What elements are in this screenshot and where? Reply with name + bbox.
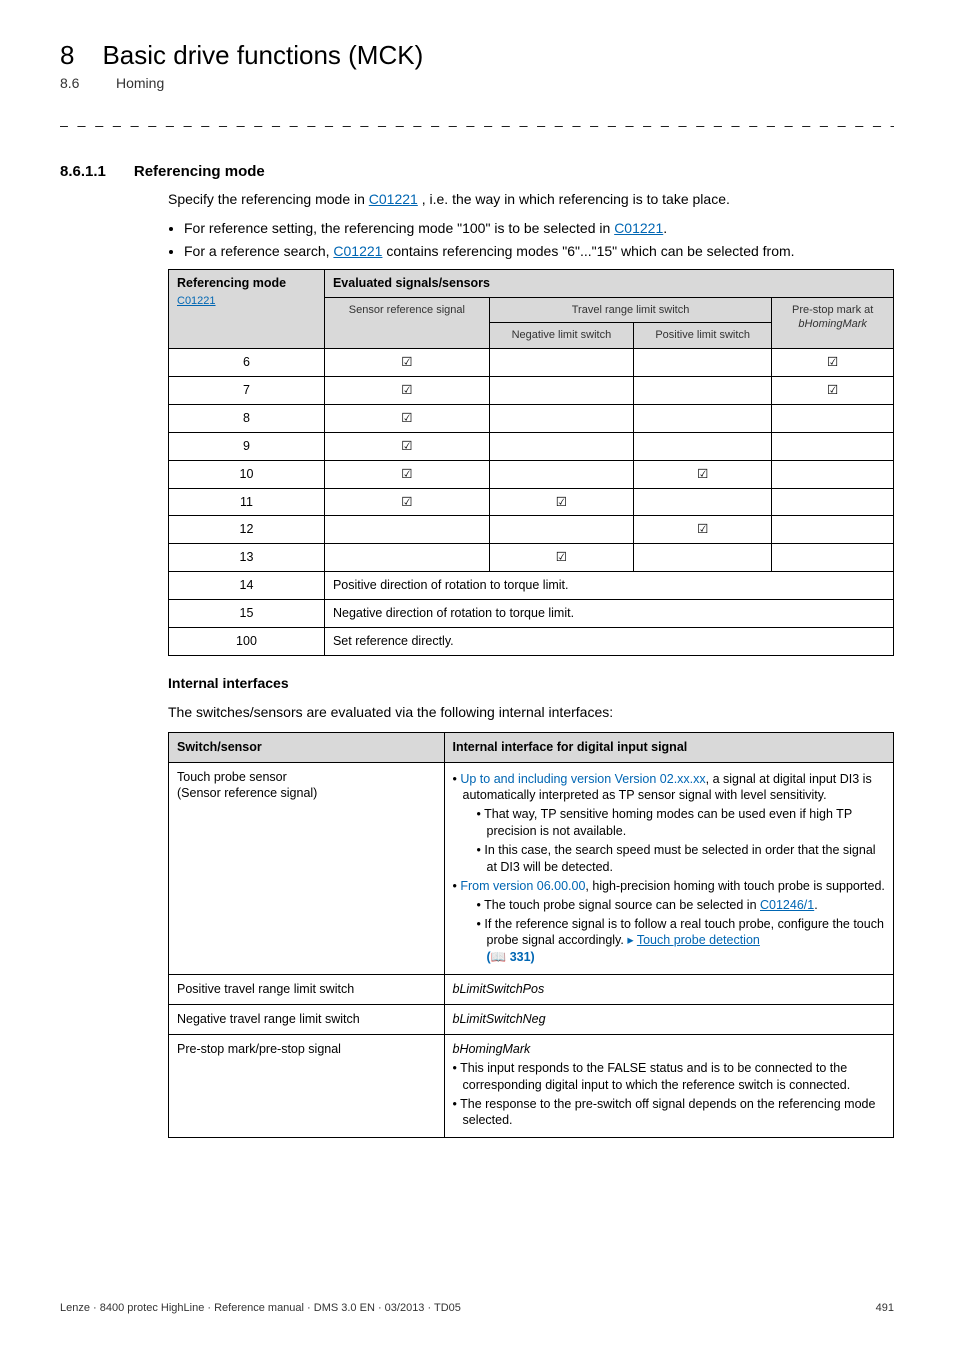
intro-bullet-1: For reference setting, the referencing m… [184,219,894,238]
th-pre: Pre-stop mark at bHomingMark [772,297,894,349]
table-row: Negative travel range limit switch bLimi… [169,1005,894,1035]
link-c01246[interactable]: C01246/1 [760,898,814,912]
table-row: 12☑ [169,516,894,544]
link-c01221-b2[interactable]: C01221 [333,243,382,259]
table-row: Positive travel range limit switch bLimi… [169,975,894,1005]
table-row: 14Positive direction of rotation to torq… [169,572,894,600]
internal-interfaces-table: Switch/sensor Internal interface for dig… [168,732,894,1139]
subsection-number: 8.6.1.1 [60,163,106,180]
footer-page-number: 491 [876,1302,894,1314]
chapter-title: Basic drive functions (MCK) [102,40,423,71]
table-row: 7☑☑ [169,377,894,405]
table-row: 8☑ [169,404,894,432]
th-pos: Positive limit switch [634,323,772,349]
th-eval: Evaluated signals/sensors [324,269,893,297]
intro-paragraph: Specify the referencing mode in C01221 ,… [168,190,894,209]
table-row: 15Negative direction of rotation to torq… [169,600,894,628]
table-row: 6☑☑ [169,349,894,377]
table-row: 13☑ [169,544,894,572]
referencing-mode-table: Referencing mode C01221 Evaluated signal… [168,269,894,656]
triangle-icon: ▸ [627,933,633,947]
th-neg: Negative limit switch [489,323,633,349]
divider: _ _ _ _ _ _ _ _ _ _ _ _ _ _ _ _ _ _ _ _ … [60,111,894,127]
th-mode-link[interactable]: C01221 [177,295,216,307]
internal-paragraph: The switches/sensors are evaluated via t… [168,703,894,722]
table-row: 11☑☑ [169,488,894,516]
th-interface: Internal interface for digital input sig… [444,732,894,762]
th-sensor: Sensor reference signal [324,297,489,349]
table-row: 100Set reference directly. [169,627,894,655]
section-title: Homing [116,75,164,91]
table-row: 10☑☑ [169,460,894,488]
th-switch: Switch/sensor [169,732,445,762]
link-c01221[interactable]: C01221 [369,191,418,207]
subsection-title: Referencing mode [134,163,265,180]
link-c01221-b1[interactable]: C01221 [614,220,663,236]
table-row: Touch probe sensor (Sensor reference sig… [169,762,894,975]
intro-bullet-2: For a reference search, C01221 contains … [184,242,894,261]
table-row: Pre-stop mark/pre-stop signal bHomingMar… [169,1034,894,1137]
link-touch-probe-detection[interactable]: Touch probe detection [637,933,760,947]
th-mode: Referencing mode [177,275,316,292]
chapter-number: 8 [60,40,74,71]
th-travel: Travel range limit switch [489,297,772,323]
section-number: 8.6 [60,75,88,91]
cell-touch-probe-desc: Up to and including version Version 02.x… [444,762,894,975]
cell-touch-probe: Touch probe sensor (Sensor reference sig… [169,762,445,975]
table-row: 9☑ [169,432,894,460]
internal-heading: Internal interfaces [168,674,894,693]
footer-left: Lenze · 8400 protec HighLine · Reference… [60,1302,461,1314]
page-ref: (📖 331) [487,950,535,964]
